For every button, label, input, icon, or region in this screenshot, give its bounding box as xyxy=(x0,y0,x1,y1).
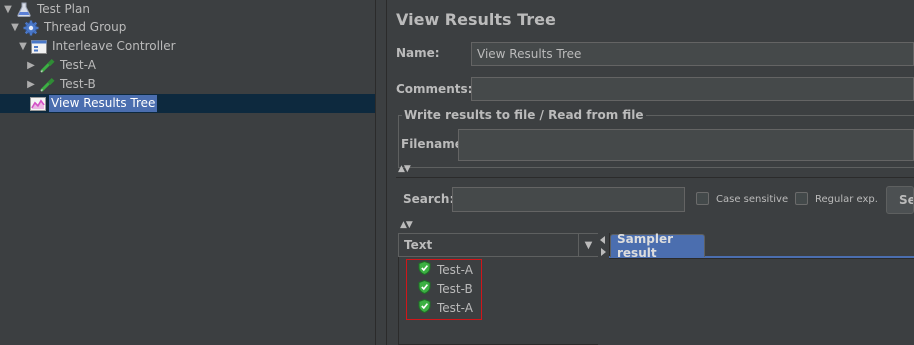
graph-icon xyxy=(30,96,46,112)
search-button[interactable]: Se xyxy=(886,186,914,214)
tree-node-test-a[interactable]: ▶ Test-A xyxy=(0,56,375,75)
tree-node-label: Thread Group xyxy=(44,20,127,34)
results-splitter[interactable] xyxy=(598,233,608,345)
case-sensitive-checkbox[interactable] xyxy=(696,192,709,205)
renderer-select[interactable]: Text ▼ xyxy=(398,233,599,257)
tree-node-label: Interleave Controller xyxy=(52,39,176,53)
filename-label: Filename xyxy=(401,137,463,151)
gear-icon xyxy=(23,20,39,36)
panel-title: View Results Tree xyxy=(396,10,556,29)
controller-icon xyxy=(31,39,47,55)
name-input[interactable]: View Results Tree xyxy=(471,42,914,66)
sampler-result-content xyxy=(609,258,914,345)
chevron-down-icon[interactable]: ▼ xyxy=(578,234,598,256)
tree-node-label: Test-A xyxy=(60,58,96,72)
tree-node-test-plan[interactable]: ▼ Test Plan xyxy=(0,0,375,19)
collapsed-arrow-icon[interactable]: ▶ xyxy=(26,79,36,90)
collapse-arrows-icon[interactable]: ▲▼ xyxy=(400,220,413,230)
annotation-highlight-box xyxy=(406,259,482,320)
tree-node-test-b[interactable]: ▶ Test-B xyxy=(0,75,375,94)
dropper-icon xyxy=(39,58,55,74)
dropper-icon xyxy=(39,77,55,93)
splitter-arrows-icon[interactable] xyxy=(598,233,608,263)
filename-input[interactable] xyxy=(458,129,914,161)
comments-label: Comments: xyxy=(396,82,473,96)
tab-sampler-result[interactable]: Sampler result xyxy=(610,232,705,260)
flask-icon xyxy=(16,2,32,18)
tree-node-label: Test-B xyxy=(60,77,96,91)
file-group-legend: Write results to file / Read from file xyxy=(402,108,646,122)
search-label: Search: xyxy=(403,192,455,206)
tree-node-label: Test Plan xyxy=(37,2,90,16)
comments-input[interactable] xyxy=(471,77,914,101)
expand-arrow-icon[interactable]: ▼ xyxy=(18,41,28,52)
collapsed-arrow-icon[interactable]: ▶ xyxy=(26,60,36,71)
tree-node-interleave-controller[interactable]: ▼ Interleave Controller xyxy=(0,37,375,56)
regex-checkbox[interactable] xyxy=(795,192,808,205)
renderer-select-value: Text xyxy=(404,238,433,252)
regex-label: Regular exp. xyxy=(815,194,878,205)
case-sensitive-label: Case sensitive xyxy=(716,194,789,205)
test-plan-tree: ▼ Test Plan ▼ Thread Group ▼ Interleave … xyxy=(0,0,375,345)
tree-node-view-results-tree[interactable]: View Results Tree xyxy=(0,94,375,113)
pane-splitter[interactable] xyxy=(375,0,387,345)
name-label: Name: xyxy=(396,46,440,60)
tree-node-thread-group[interactable]: ▼ Thread Group xyxy=(0,18,375,37)
search-input[interactable] xyxy=(452,187,685,212)
tree-node-label: View Results Tree xyxy=(49,95,158,112)
expand-arrow-icon[interactable]: ▼ xyxy=(3,4,13,15)
expand-arrow-icon[interactable]: ▼ xyxy=(10,22,20,33)
collapse-arrows-icon[interactable]: ▲▼ xyxy=(398,164,411,174)
